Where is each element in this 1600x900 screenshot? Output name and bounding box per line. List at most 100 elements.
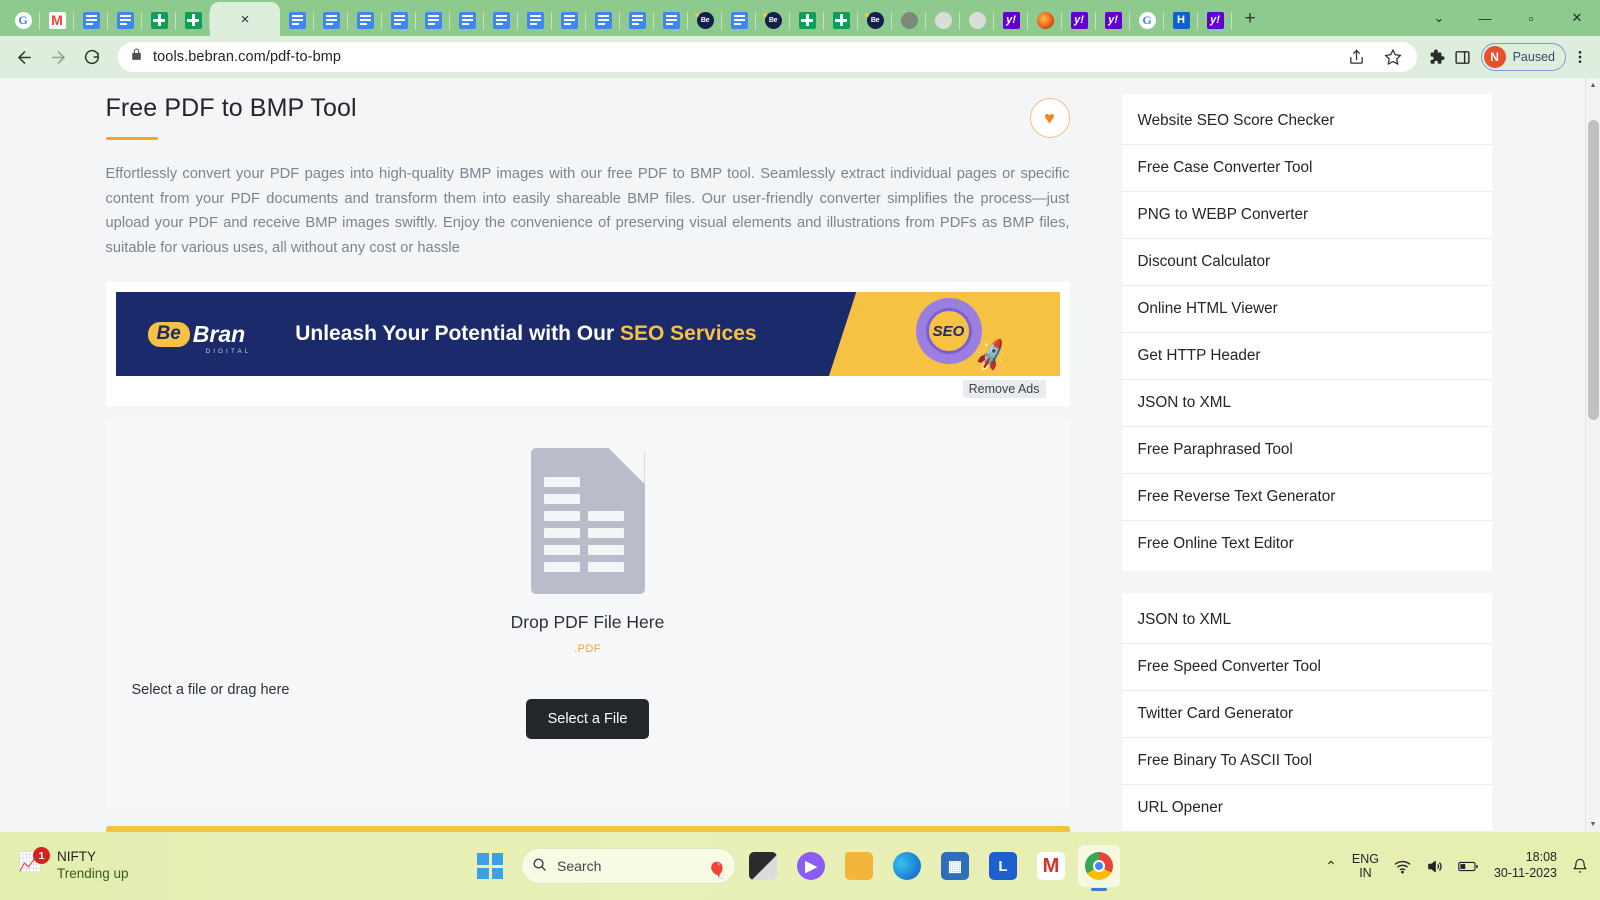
browser-tab[interactable]: y! [994, 4, 1028, 36]
browser-tab[interactable] [620, 4, 654, 36]
browser-tab[interactable]: y! [1062, 4, 1096, 36]
google-docs-icon [560, 11, 578, 29]
browser-tab[interactable]: G [1130, 4, 1164, 36]
sidebar-tool-link[interactable]: Twitter Card Generator [1121, 691, 1492, 738]
taskbar-app-file-explorer[interactable] [838, 845, 880, 887]
browser-tab[interactable] [416, 4, 450, 36]
browser-tab[interactable] [176, 4, 210, 36]
tab-close-icon[interactable]: × [241, 12, 250, 27]
favorite-button[interactable]: ♥ [1029, 98, 1070, 138]
notifications-bell-icon[interactable] [1572, 858, 1588, 874]
browser-tab[interactable]: G [6, 4, 40, 36]
browser-tab[interactable] [484, 4, 518, 36]
sidebar-tool-link[interactable]: Free Online Text Editor [1122, 521, 1492, 567]
page-scrollbar[interactable]: ▲ ▼ [1585, 78, 1600, 832]
taskbar-app-microsoft-store[interactable]: ▦ [934, 845, 976, 887]
browser-tab[interactable] [314, 4, 348, 36]
ad-headline-plain: Unleash Your Potential with Our [295, 322, 620, 345]
start-button[interactable] [473, 845, 515, 887]
browser-tab[interactable] [450, 4, 484, 36]
browser-tab[interactable] [722, 4, 756, 36]
sidebar-tool-link[interactable]: JSON to XML [1121, 380, 1492, 427]
sidebar-tool-link[interactable]: Online HTML Viewer [1121, 286, 1492, 333]
browser-tab[interactable] [790, 4, 824, 36]
chrome-menu-icon[interactable] [1568, 45, 1592, 69]
sidebar-tool-link[interactable]: Get HTTP Header [1121, 333, 1492, 380]
sidebar-tool-link[interactable]: Free Reverse Text Generator [1121, 474, 1492, 521]
browser-tab[interactable] [824, 4, 858, 36]
scroll-down-arrow[interactable]: ▼ [1586, 817, 1600, 832]
sidebar-tool-link[interactable]: Free Binary To ASCII Tool [1121, 738, 1492, 785]
sidebar-tool-link[interactable]: Free Case Converter Tool [1121, 145, 1492, 192]
browser-tab[interactable] [142, 4, 176, 36]
browser-tab[interactable] [348, 4, 382, 36]
browser-tab[interactable]: Be [688, 4, 722, 36]
taskbar-widget-nifty[interactable]: 📈 1 NIFTY Trending up [18, 847, 228, 883]
bebran-icon: Be [866, 11, 884, 29]
browser-tab[interactable] [280, 4, 314, 36]
ad-logo-subtext: DIGITAL [205, 347, 252, 355]
ad-banner[interactable]: Be Bran DIGITAL Unleash Your Potential w… [115, 292, 1060, 376]
browser-tab[interactable]: Be [858, 4, 892, 36]
volume-icon[interactable] [1426, 858, 1443, 875]
browser-tab[interactable] [960, 4, 994, 36]
sidebar-tool-link[interactable]: URL Opener [1121, 785, 1492, 832]
forward-button[interactable] [42, 41, 74, 73]
browser-tab[interactable]: Be [756, 4, 790, 36]
browser-tab[interactable] [586, 4, 620, 36]
sidebar-tool-link[interactable]: Free Speed Converter Tool [1121, 644, 1492, 691]
minimize-button[interactable]: — [1462, 1, 1508, 35]
sidebar-tool-link[interactable]: Website SEO Score Checker [1121, 98, 1492, 145]
reload-button[interactable] [76, 41, 108, 73]
taskbar-app-meet[interactable]: ▶ [790, 845, 832, 887]
browser-tab[interactable]: y! [1096, 4, 1130, 36]
browser-tab[interactable] [1028, 4, 1062, 36]
close-window-button[interactable]: ✕ [1554, 1, 1600, 35]
taskbar-app-edge[interactable] [886, 845, 928, 887]
file-dropzone[interactable]: Drop PDF File Here .PDF Select a file or… [105, 420, 1070, 810]
sidebar-tool-link[interactable]: PNG to WEBP Converter [1121, 192, 1492, 239]
browser-tab[interactable] [382, 4, 416, 36]
wifi-icon[interactable] [1394, 858, 1411, 875]
scrollbar-thumb[interactable] [1588, 120, 1599, 420]
share-icon[interactable] [1345, 45, 1369, 69]
maximize-button[interactable]: ▫ [1508, 1, 1554, 35]
clock[interactable]: 18:08 30-11-2023 [1494, 850, 1557, 881]
address-bar[interactable]: tools.bebran.com/pdf-to-bmp [118, 42, 1417, 72]
firefox-icon [1036, 11, 1054, 29]
browser-tab[interactable] [892, 4, 926, 36]
select-file-button[interactable]: Select a File [525, 699, 650, 739]
search-tabs-button[interactable]: ⌄ [1416, 1, 1462, 35]
advertisement[interactable]: Be Bran DIGITAL Unleash Your Potential w… [105, 282, 1070, 406]
active-tab[interactable]: × [210, 2, 280, 36]
back-button[interactable] [8, 41, 40, 73]
language-indicator[interactable]: ENG IN [1352, 852, 1379, 881]
taskbar-app-m[interactable]: M [1030, 845, 1072, 887]
extensions-icon[interactable] [1425, 45, 1449, 69]
remove-ads-link[interactable]: Remove Ads [962, 380, 1046, 398]
browser-tab[interactable] [74, 4, 108, 36]
browser-tab[interactable] [40, 4, 74, 36]
taskbar-app-chrome[interactable] [1078, 845, 1120, 887]
scroll-up-arrow[interactable]: ▲ [1586, 78, 1600, 93]
browser-tab[interactable] [108, 4, 142, 36]
browser-tab[interactable] [552, 4, 586, 36]
browser-tab[interactable]: H [1164, 4, 1198, 36]
browser-tab[interactable] [518, 4, 552, 36]
taskbar-search[interactable]: Search 🎈 [521, 848, 736, 884]
browser-tab[interactable] [926, 4, 960, 36]
browser-tab[interactable]: y! [1198, 4, 1232, 36]
new-tab-button[interactable]: + [1236, 5, 1264, 33]
browser-tab[interactable] [654, 4, 688, 36]
sidebar-tool-link[interactable]: Free Paraphrased Tool [1121, 427, 1492, 474]
sidebar-tool-link[interactable]: Discount Calculator [1121, 239, 1492, 286]
side-panel-icon[interactable] [1451, 45, 1475, 69]
bookmark-star-icon[interactable] [1381, 45, 1405, 69]
google-docs-icon [356, 11, 374, 29]
sidebar-tool-link[interactable]: JSON to XML [1121, 597, 1492, 644]
task-view-button[interactable] [742, 845, 784, 887]
taskbar-app-l[interactable]: L [982, 845, 1024, 887]
tray-expand-button[interactable]: ⌃ [1325, 858, 1337, 875]
battery-icon[interactable] [1458, 859, 1479, 874]
profile-chip[interactable]: N Paused [1480, 43, 1566, 71]
